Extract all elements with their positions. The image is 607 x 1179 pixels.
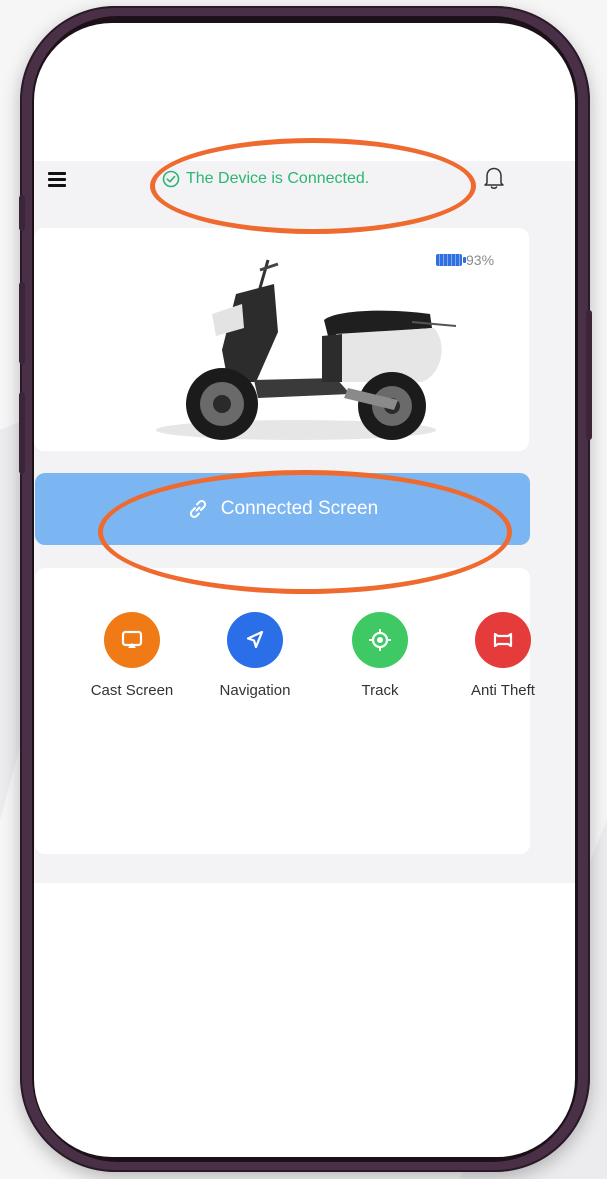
feature-anti-theft[interactable]: Anti Theft [443, 612, 563, 699]
cast-screen-label: Cast Screen [90, 682, 174, 699]
feature-navigation[interactable]: Navigation [195, 612, 315, 699]
phone-side-button-volume-up [19, 282, 25, 364]
navigation-label: Navigation [219, 682, 291, 699]
hamburger-menu-icon[interactable] [48, 172, 66, 188]
phone-side-button-mute [19, 195, 25, 231]
feature-cast-screen[interactable]: Cast Screen [72, 612, 192, 699]
cast-screen-icon [104, 612, 160, 668]
navigation-arrow-icon [227, 612, 283, 668]
anti-theft-label: Anti Theft [471, 682, 535, 699]
connection-status: The Device is Connected. [162, 166, 369, 192]
phone-side-button-volume-down [19, 392, 25, 474]
features-card [35, 568, 530, 854]
connected-screen-label: Connected Screen [220, 498, 379, 519]
scooter-image [156, 259, 457, 440]
bell-icon[interactable] [483, 165, 505, 191]
phone-side-button-power [586, 310, 592, 440]
connected-screen-button[interactable]: Connected Screen [35, 473, 530, 545]
connection-status-text: The Device is Connected. [186, 170, 370, 187]
battery-percent: 93% [466, 252, 495, 268]
check-circle-icon [162, 170, 180, 188]
track-target-icon [352, 612, 408, 668]
battery-indicator: 93% [436, 252, 494, 268]
battery-icon [436, 254, 466, 266]
anti-theft-icon [475, 612, 531, 668]
link-icon [189, 500, 206, 518]
feature-track[interactable]: Track [320, 612, 440, 699]
track-label: Track [361, 682, 399, 699]
